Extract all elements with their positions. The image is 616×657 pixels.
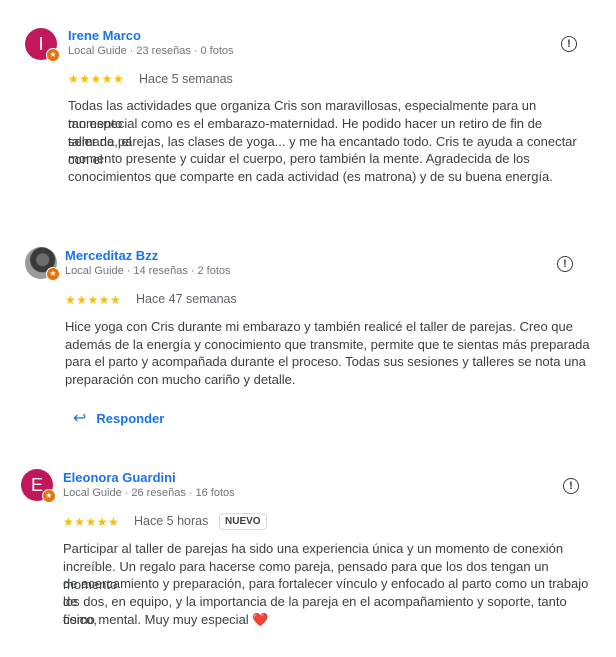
review-text-line: momento presente y cuidar el cuerpo, per… [68,151,530,166]
reviewer-meta: Local Guide · 26 reseñas · 16 fotos [63,487,235,499]
star-rating: ★★★★★ [65,293,122,307]
star-rating: ★★★★★ [63,515,120,529]
review-date: Hace 5 semanas [139,72,233,86]
local-guide-badge-icon: ★ [46,48,60,62]
report-flag-icon[interactable]: ! [557,256,573,272]
reply-arrow-icon: ↩ [73,410,87,427]
review-text-line: Participar al taller de parejas ha sido … [63,541,564,556]
report-flag-icon[interactable]: ! [563,478,579,494]
review-text-line: como mental. Muy muy especial ❤️ [63,612,269,627]
reply-button[interactable]: ↩ Responder [73,408,164,428]
review-date: Hace 47 semanas [136,292,237,306]
reply-label: Responder [96,410,165,426]
reviewer-name[interactable]: Merceditaz Bzz [65,248,158,263]
report-flag-icon[interactable]: ! [561,36,577,52]
review-text-line: para el parto y acompañada durante el pr… [65,354,586,369]
local-guide-badge-icon: ★ [46,267,60,281]
review-text-line: además de la energía y conocimiento que … [65,337,590,352]
review-text-line: Hice yoga con Cris durante mi embarazo y… [65,319,573,334]
avatar[interactable]: E ★ [21,469,56,503]
reviewer-meta: Local Guide · 14 reseñas · 2 fotos [65,265,231,277]
reviewer-meta: Local Guide · 23 reseñas · 0 fotos [68,45,234,57]
review-text-line: conocimientos que comparte en cada activ… [68,169,553,184]
avatar[interactable]: ★ [25,247,60,281]
reviewer-name[interactable]: Eleonora Guardini [63,470,176,485]
reviewer-name[interactable]: Irene Marco [68,28,141,43]
review-text-line: preparación con mucho cariño y detalle. [65,372,296,387]
new-badge: NUEVO [219,513,267,530]
star-rating: ★★★★★ [68,72,125,86]
local-guide-badge-icon: ★ [42,489,56,503]
avatar[interactable]: I ★ [25,28,60,62]
review-date: Hace 5 horas [134,514,209,528]
